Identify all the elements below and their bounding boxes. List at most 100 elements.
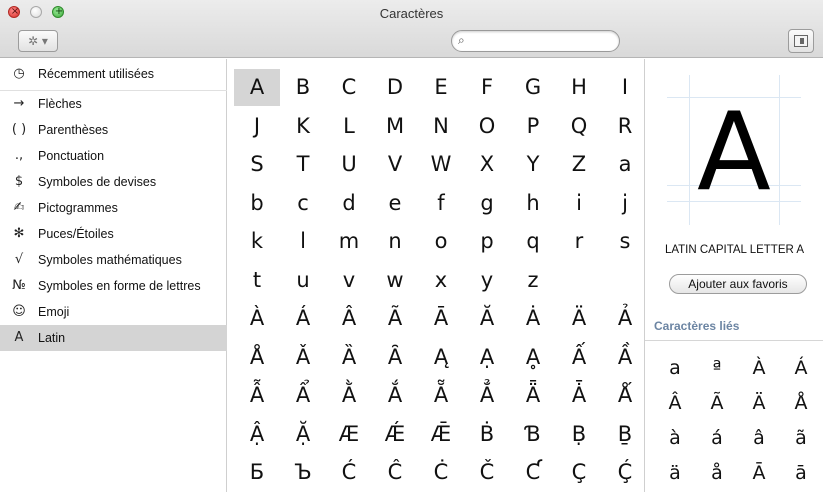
sidebar-item-9[interactable]: ☺ Emoji [0, 299, 227, 325]
character-cell[interactable]: Ć [326, 454, 372, 491]
character-cell[interactable]: j [602, 185, 644, 222]
related-character-cell[interactable]: ã [779, 421, 823, 455]
add-to-favorites-button[interactable]: Ajouter aux favoris [669, 274, 807, 294]
character-cell[interactable]: A [234, 69, 280, 106]
character-cell[interactable]: I [602, 69, 644, 106]
related-character-cell[interactable]: a [653, 351, 697, 385]
character-cell[interactable]: Ḅ [556, 416, 602, 453]
character-cell[interactable]: Æ [326, 416, 372, 453]
character-cell[interactable]: Ầ [602, 339, 644, 376]
character-cell[interactable]: Ẩ [280, 377, 326, 414]
related-character-cell[interactable]: Å [779, 386, 823, 420]
character-cell[interactable]: Ä [556, 300, 602, 337]
character-cell[interactable]: a [602, 146, 644, 183]
character-cell[interactable]: Ǽ [372, 416, 418, 453]
character-cell[interactable]: J [234, 108, 280, 145]
character-cell[interactable]: Ạ [464, 339, 510, 376]
character-cell[interactable]: Ḇ [602, 416, 644, 453]
character-cell[interactable]: z [510, 262, 556, 299]
character-cell[interactable]: Ḁ [510, 339, 556, 376]
character-cell[interactable]: Ẳ [464, 377, 510, 414]
character-cell[interactable]: O [464, 108, 510, 145]
character-cell[interactable]: Ậ [234, 416, 280, 453]
sidebar-item-4[interactable]: $ Symboles de devises [0, 169, 227, 195]
character-cell[interactable]: M [372, 108, 418, 145]
character-cell[interactable]: Ḉ [602, 454, 644, 491]
character-cell[interactable]: Ḃ [464, 416, 510, 453]
character-cell[interactable]: T [280, 146, 326, 183]
character-cell[interactable]: d [326, 185, 372, 222]
character-cell[interactable]: S [234, 146, 280, 183]
related-character-cell[interactable]: À [737, 351, 781, 385]
character-cell[interactable]: G [510, 69, 556, 106]
character-cell[interactable]: k [234, 223, 280, 260]
character-cell[interactable]: K [280, 108, 326, 145]
character-cell[interactable]: v [326, 262, 372, 299]
character-cell[interactable]: f [418, 185, 464, 222]
character-cell[interactable]: Ċ [418, 454, 464, 491]
character-cell[interactable]: x [418, 262, 464, 299]
character-cell[interactable]: Ã [372, 300, 418, 337]
character-cell[interactable]: W [418, 146, 464, 183]
character-cell[interactable]: Ằ [326, 377, 372, 414]
character-cell[interactable]: w [372, 262, 418, 299]
character-cell[interactable]: Ấ [556, 339, 602, 376]
character-cell[interactable]: B [280, 69, 326, 106]
sidebar-item-7[interactable]: √ Symboles mathématiques [0, 247, 227, 273]
character-cell[interactable]: P [510, 108, 556, 145]
character-cell[interactable]: D [372, 69, 418, 106]
character-cell[interactable]: Б [234, 454, 280, 491]
character-cell[interactable]: h [510, 185, 556, 222]
character-cell[interactable]: U [326, 146, 372, 183]
character-cell[interactable]: Q [556, 108, 602, 145]
character-cell[interactable]: g [464, 185, 510, 222]
character-cell[interactable]: F [464, 69, 510, 106]
related-character-cell[interactable]: à [653, 421, 697, 455]
related-character-cell[interactable]: â [737, 421, 781, 455]
character-cell[interactable]: Ǡ [556, 377, 602, 414]
character-cell[interactable]: Ặ [280, 416, 326, 453]
character-cell[interactable]: Ă [464, 300, 510, 337]
character-cell[interactable]: Ǟ [510, 377, 556, 414]
character-cell[interactable]: l [280, 223, 326, 260]
related-character-cell[interactable]: ª [695, 351, 739, 385]
character-cell[interactable]: Ĉ [372, 454, 418, 491]
related-character-cell[interactable]: ā [779, 456, 823, 490]
action-menu-button[interactable]: ✲ ▾ [18, 30, 58, 52]
related-character-cell[interactable]: ä [653, 456, 697, 490]
sidebar-item-8[interactable]: № Symboles en forme de lettres [0, 273, 227, 299]
character-cell[interactable]: Â [326, 300, 372, 337]
character-cell[interactable]: Ъ [280, 454, 326, 491]
character-cell[interactable]: q [510, 223, 556, 260]
related-character-cell[interactable]: Â [653, 386, 697, 420]
character-cell[interactable]: Z [556, 146, 602, 183]
character-cell[interactable]: N [418, 108, 464, 145]
character-cell[interactable]: r [556, 223, 602, 260]
character-cell[interactable]: Ả [602, 300, 644, 337]
character-cell[interactable]: t [234, 262, 280, 299]
character-cell[interactable]: e [372, 185, 418, 222]
character-cell[interactable]: b [234, 185, 280, 222]
character-cell[interactable]: Ȃ [372, 339, 418, 376]
character-cell[interactable]: H [556, 69, 602, 106]
related-character-cell[interactable]: á [695, 421, 739, 455]
character-cell[interactable]: Á [280, 300, 326, 337]
character-cell[interactable]: Ẫ [234, 377, 280, 414]
character-cell[interactable]: Ç [556, 454, 602, 491]
sidebar-item-1[interactable]: → Flèches [0, 91, 227, 117]
related-character-cell[interactable]: Ā [737, 456, 781, 490]
character-cell[interactable]: R [602, 108, 644, 145]
character-cell[interactable]: Ȁ [326, 339, 372, 376]
sidebar-item-2[interactable]: ( ) Parenthèses [0, 117, 227, 143]
character-cell[interactable]: Č [464, 454, 510, 491]
character-cell[interactable]: u [280, 262, 326, 299]
character-cell[interactable]: Ǣ [418, 416, 464, 453]
character-cell[interactable]: Ą [418, 339, 464, 376]
related-character-cell[interactable]: Ä [737, 386, 781, 420]
character-cell[interactable]: m [326, 223, 372, 260]
character-cell[interactable]: c [280, 185, 326, 222]
character-cell[interactable]: o [418, 223, 464, 260]
character-cell[interactable]: V [372, 146, 418, 183]
related-character-cell[interactable]: å [695, 456, 739, 490]
character-cell[interactable]: L [326, 108, 372, 145]
